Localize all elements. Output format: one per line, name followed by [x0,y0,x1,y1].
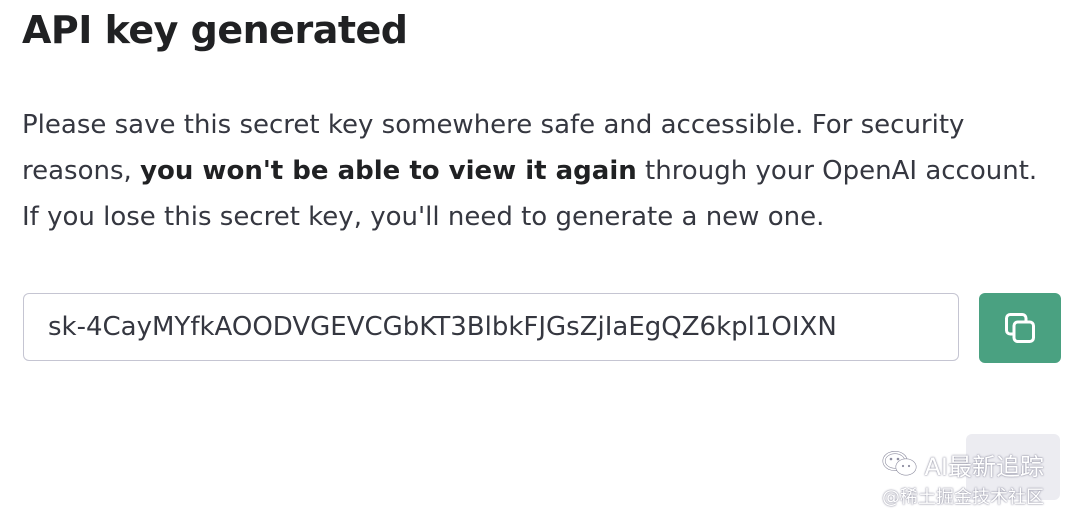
description-warning: you won't be able to view it again [140,156,637,186]
secret-key-field[interactable] [23,293,959,361]
dialog-description: Please save this secret key somewhere sa… [22,102,1062,240]
watermark-source: @稀土掘金技术社区 [882,487,1044,508]
api-key-dialog: API key generated Please save this secre… [0,0,1080,512]
copy-key-button[interactable] [979,293,1061,363]
dialog-title: API key generated [22,8,408,52]
watermark-title: AI最新追踪 [924,453,1045,481]
copy-icon [1002,310,1038,346]
watermark: AI最新追踪 @稀土掘金技术社区 [881,450,1045,510]
wechat-icon [881,450,919,484]
watermark-title-row: AI最新追踪 [881,450,1045,484]
